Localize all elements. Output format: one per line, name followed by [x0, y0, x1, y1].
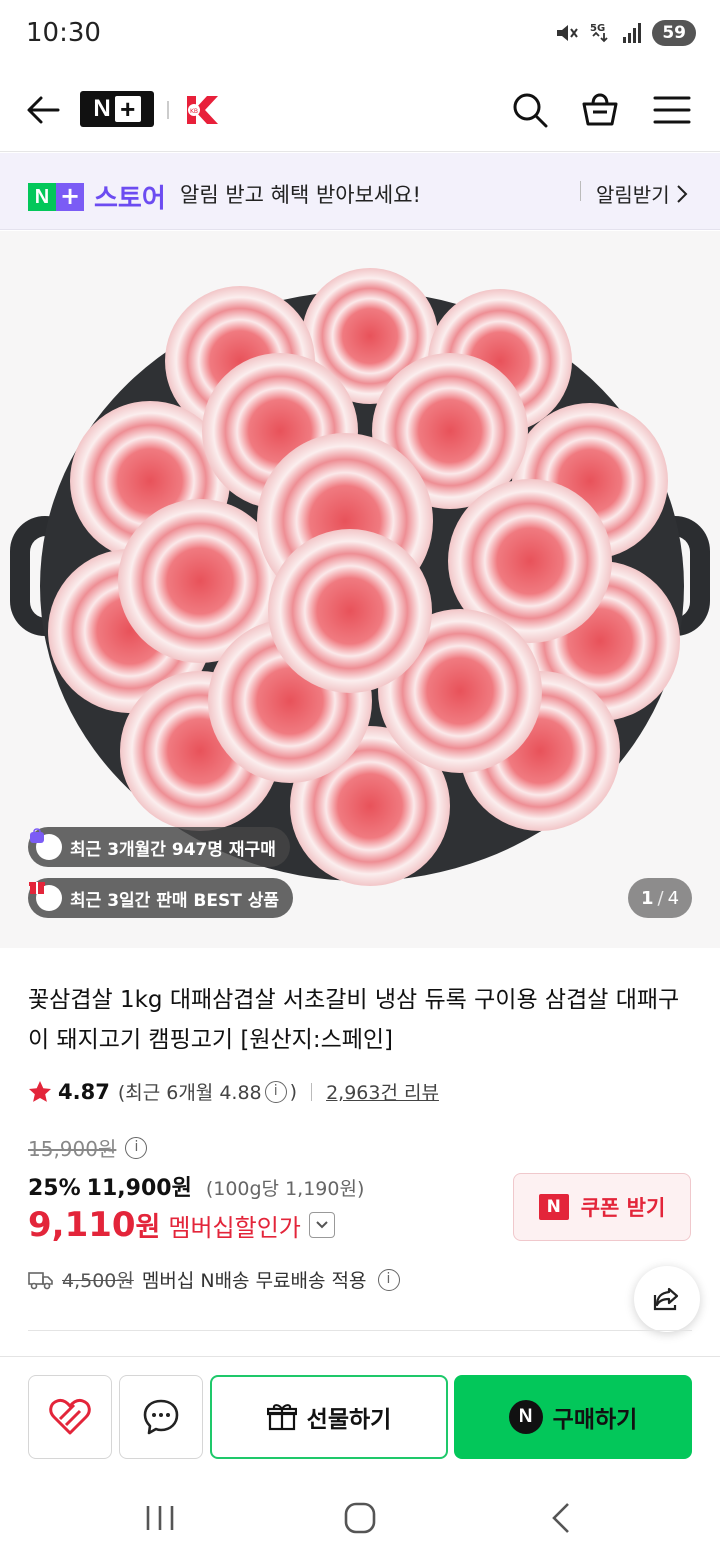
image-page-indicator: 1 / 4: [628, 878, 692, 918]
truck-icon: [28, 1271, 53, 1289]
naver-plus-logo-plus: +: [114, 96, 141, 122]
status-bar: 10:30 5G 59: [0, 0, 720, 70]
gift-button[interactable]: 선물하기: [210, 1375, 448, 1459]
price-info-icon[interactable]: i: [125, 1136, 148, 1159]
repurchase-badge-text: 최근 3개월간 947명 재구매: [70, 839, 276, 860]
product-image-carousel[interactable]: 최근 3개월간 947명 재구매 최근 3일간 판매 BEST 상품 1 / 4: [0, 231, 720, 948]
rating-recent-text: (최근 6개월 4.88: [117, 1082, 262, 1104]
naver-plus-logo[interactable]: N +: [80, 91, 154, 127]
wifi-5g-icon: 5G: [590, 23, 608, 43]
back-button[interactable]: [24, 90, 64, 130]
back-chevron-icon: [552, 1503, 569, 1533]
rating-divider: [311, 1082, 313, 1101]
content-divider: [28, 1330, 692, 1331]
original-price: 15,900원: [28, 1137, 117, 1161]
delivery-text: 멤버십 N배송 무료배송 적용: [141, 1270, 367, 1292]
store-logo-word: 스토어: [94, 184, 166, 214]
logo-divider: [167, 101, 169, 119]
coupon-n-icon: N: [538, 1194, 569, 1220]
cart-icon: [582, 93, 618, 126]
member-price-expand-button[interactable]: [308, 1212, 335, 1238]
repurchase-badge: 최근 3개월간 947명 재구매: [28, 827, 290, 867]
arrow-left-icon: [27, 96, 60, 124]
member-price: 9,110원: [28, 1205, 160, 1245]
naver-plus-logo-n: N: [93, 95, 111, 122]
share-button[interactable]: [634, 1266, 700, 1332]
coupon-button-label: 쿠폰 받기: [580, 1196, 666, 1220]
product-title: 꽃삼겹살 1kg 대패삼겹살 서초갈비 냉삼 듀록 구이용 삼겹살 대패구이 돼…: [28, 987, 680, 1053]
buy-button-label: 구매하기: [552, 1407, 638, 1433]
rating-recent-close: ): [289, 1080, 298, 1103]
member-price-won: 원: [135, 1212, 161, 1243]
image-page-total: 4: [667, 887, 680, 909]
star-icon: [29, 1080, 51, 1102]
chat-icon: [143, 1399, 179, 1435]
image-page-current: 1: [640, 887, 654, 909]
gift-icon: [29, 882, 62, 911]
notification-banner: N + 스토어 알림 받고 혜택 받아보세요! 알림받기: [0, 153, 720, 230]
top-header: N + KB: [0, 70, 720, 152]
store-logo-plus: +: [56, 182, 84, 211]
delivery-original-fee: 4,500원: [62, 1270, 134, 1292]
discount-rate: 25%: [28, 1176, 81, 1201]
member-price-value: 9,110: [28, 1205, 136, 1245]
recent-apps-button[interactable]: [140, 1498, 180, 1538]
notification-subscribe-label: 알림받기: [596, 183, 670, 207]
seller-logo-icon: KB: [187, 96, 218, 124]
rating-row: 4.87 (최근 6개월 4.88 i ) 2,963건 리뷰: [28, 1078, 439, 1105]
sale-price: 11,900원: [86, 1176, 192, 1201]
signal-icon: [623, 23, 642, 43]
menu-button[interactable]: [652, 90, 692, 130]
mute-icon: [557, 25, 579, 41]
image-page-separator: /: [657, 887, 664, 909]
battery-indicator: 59: [652, 20, 696, 46]
svg-text:KB: KB: [190, 108, 198, 115]
recent-apps-icon: [146, 1506, 174, 1530]
member-price-label: 멤버십할인가: [168, 1213, 301, 1242]
search-icon: [513, 93, 548, 128]
banner-divider: [580, 181, 581, 201]
chat-button[interactable]: [119, 1375, 203, 1459]
wishlist-button[interactable]: [28, 1375, 112, 1459]
unit-price: (100g당 1,190원): [205, 1178, 365, 1200]
gift-button-label: 선물하기: [306, 1407, 392, 1433]
cart-button[interactable]: [580, 90, 620, 130]
chevron-right-icon: [676, 184, 688, 203]
best-seller-badge: 최근 3일간 판매 BEST 상품: [28, 878, 294, 918]
gift-box-icon: [266, 1404, 297, 1431]
search-button[interactable]: [510, 90, 550, 130]
bag-icon: [30, 828, 62, 860]
bottom-action-bar: 선물하기 N 구매하기: [0, 1356, 720, 1474]
android-nav-bar: [0, 1474, 720, 1560]
system-back-button[interactable]: [542, 1498, 582, 1538]
svg-text:5G: 5G: [590, 23, 605, 34]
chevron-down-icon: [316, 1221, 328, 1229]
buy-button[interactable]: N 구매하기: [454, 1375, 692, 1459]
home-button[interactable]: [340, 1498, 380, 1538]
notification-subscribe-link[interactable]: 알림받기: [596, 179, 688, 208]
rating-info-icon[interactable]: i: [264, 1080, 287, 1103]
original-price-row: 15,900원 i: [28, 1133, 150, 1162]
naver-plus-store-logo: N + 스토어: [28, 178, 166, 215]
share-icon: [653, 1287, 679, 1311]
status-time: 10:30: [26, 18, 101, 48]
menu-icon: [653, 96, 691, 124]
best-seller-badge-text: 최근 3일간 판매 BEST 상품: [70, 890, 280, 911]
member-price-row: 9,110원 멤버십할인가: [28, 1205, 335, 1245]
review-count-link[interactable]: 2,963건 리뷰: [326, 1078, 439, 1105]
rating-score: 4.87: [58, 1079, 110, 1104]
delivery-info-icon[interactable]: i: [377, 1268, 400, 1291]
sale-price-row: 25% 11,900원 (100g당 1,190원): [28, 1170, 364, 1202]
seller-logo[interactable]: KB: [183, 94, 221, 126]
coupon-button[interactable]: N 쿠폰 받기: [513, 1173, 691, 1241]
banner-message: 알림 받고 혜택 받아보세요!: [180, 183, 421, 207]
delivery-row: 4,500원 멤버십 N배송 무료배송 적용 i: [28, 1266, 403, 1293]
store-logo-n: N: [28, 182, 56, 211]
naver-pay-icon: N: [508, 1400, 543, 1434]
home-icon: [344, 1502, 376, 1534]
status-icons: 5G 59: [554, 20, 696, 46]
heart-icon: [49, 1398, 91, 1435]
